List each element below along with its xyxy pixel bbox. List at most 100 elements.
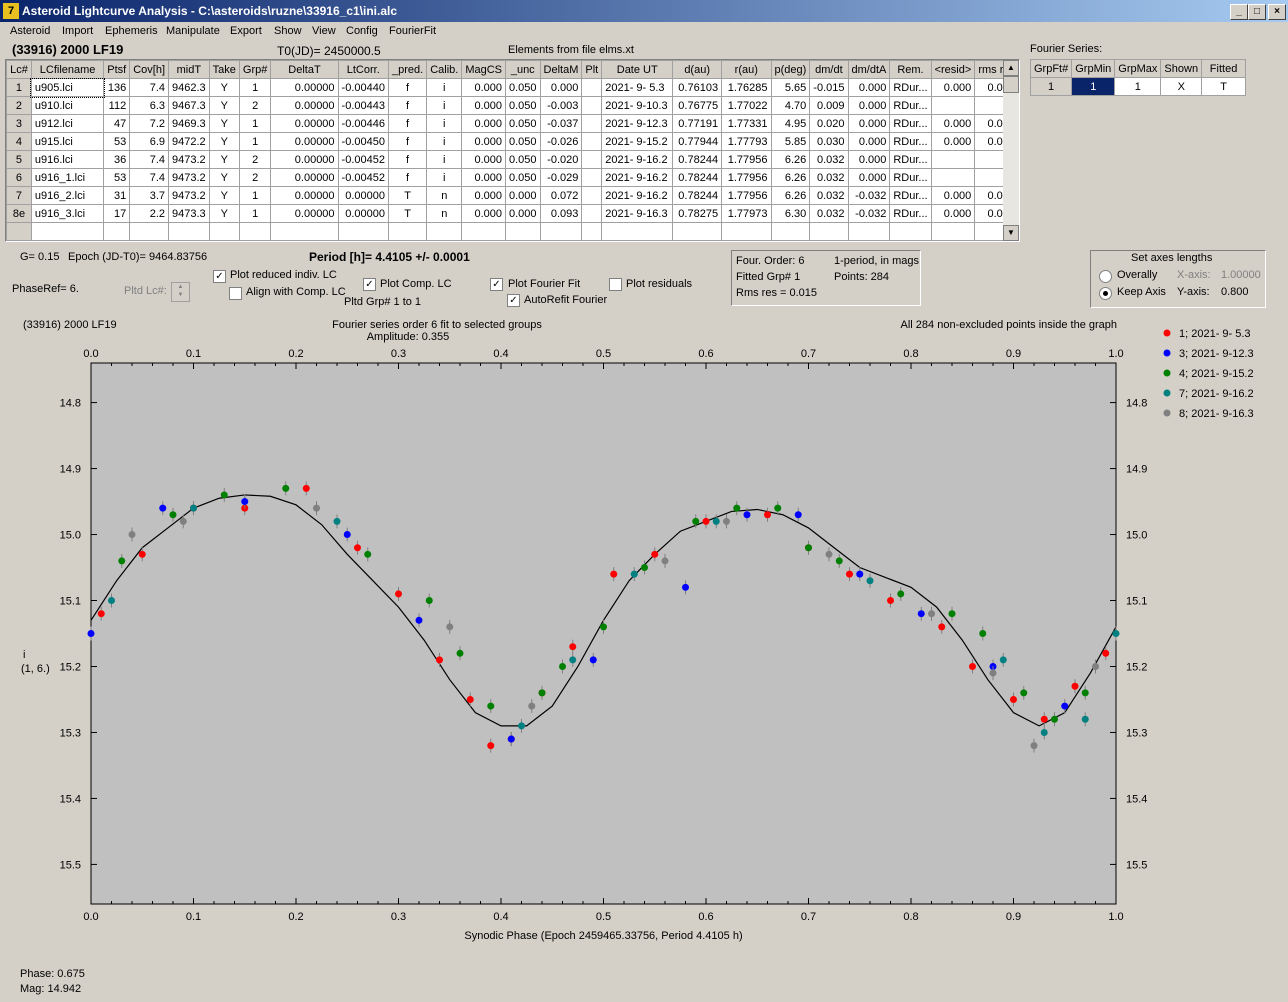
- yaxis-value[interactable]: 0.800: [1221, 286, 1249, 298]
- table-cell[interactable]: 0.000: [847, 114, 891, 133]
- table-cell[interactable]: -0.032: [847, 186, 891, 205]
- table-cell[interactable]: 2: [238, 168, 272, 187]
- table-cell[interactable]: 0.78275: [672, 204, 723, 223]
- table-cell[interactable]: 1: [238, 132, 272, 151]
- table-cell[interactable]: 36: [103, 150, 131, 169]
- table-cell[interactable]: 2: [238, 96, 272, 115]
- table-cell[interactable]: [930, 150, 976, 169]
- table-cell[interactable]: 0.78244: [672, 168, 723, 187]
- table-cell[interactable]: 3.7: [129, 186, 170, 205]
- table-cell[interactable]: 2: [6, 96, 32, 115]
- table-cell[interactable]: 53: [103, 168, 131, 187]
- table-cell[interactable]: 0.00000: [270, 96, 339, 115]
- table-cell[interactable]: Y: [208, 186, 240, 205]
- table-cell[interactable]: 4: [6, 132, 32, 151]
- table-cell[interactable]: 136: [103, 78, 131, 97]
- table-cell[interactable]: 2021- 9-16.2: [601, 186, 674, 205]
- col-header[interactable]: DeltaT: [270, 60, 339, 79]
- menu-export[interactable]: Export: [230, 25, 262, 37]
- fs-cell-shown[interactable]: X: [1160, 77, 1203, 96]
- table-cell[interactable]: 9473.2: [168, 150, 210, 169]
- table-cell[interactable]: f: [387, 78, 428, 97]
- table-cell[interactable]: n: [426, 186, 463, 205]
- col-header[interactable]: Date UT: [601, 60, 674, 79]
- col-header[interactable]: _pred.: [387, 60, 428, 79]
- table-cell[interactable]: [270, 222, 339, 241]
- table-cell[interactable]: 6.26: [770, 186, 811, 205]
- table-row[interactable]: 1 u905.lci 136 7.4 9462.3 Y 1 0.00000 -0.00440 f i…: [6, 77, 1019, 98]
- fs-cell-fitted[interactable]: T: [1201, 77, 1247, 96]
- table-cell[interactable]: 0.000: [461, 150, 506, 169]
- table-row[interactable]: 6 u916_1.lci 53 7.4 9473.2 Y 2 0.00000 -0.00452 f…: [6, 168, 1019, 187]
- table-cell[interactable]: -0.00443: [337, 96, 389, 115]
- table-cell[interactable]: -0.015: [809, 78, 849, 97]
- table-cell[interactable]: 2021- 9-16.2: [601, 150, 674, 169]
- table-cell[interactable]: 0.78244: [672, 150, 723, 169]
- table-cell[interactable]: 2: [238, 150, 272, 169]
- plot-fourier-checkbox[interactable]: ✓: [490, 278, 503, 291]
- lightcurve-chart[interactable]: (33916) 2000 LF19 Fourier series order 6 …: [19, 313, 1265, 955]
- table-cell[interactable]: 0.00000: [270, 150, 339, 169]
- col-header[interactable]: DeltaM: [539, 60, 583, 79]
- table-cell[interactable]: [930, 168, 976, 187]
- menu-fourierfit[interactable]: FourierFit: [389, 25, 436, 37]
- table-row[interactable]: 4 u915.lci 53 6.9 9472.2 Y 1 0.00000 -0.00450 f i 0…: [6, 132, 1019, 151]
- table-cell[interactable]: 0.093: [539, 204, 583, 223]
- table-cell[interactable]: 9467.3: [168, 96, 210, 115]
- plot-comp-checkbox[interactable]: ✓: [363, 278, 376, 291]
- table-cell[interactable]: [889, 222, 932, 241]
- table-cell[interactable]: 5.85: [770, 132, 811, 151]
- table-cell[interactable]: [930, 222, 976, 241]
- table-cell[interactable]: 1.77956: [721, 168, 772, 187]
- table-cell[interactable]: i: [426, 132, 463, 151]
- table-cell[interactable]: [809, 222, 849, 241]
- table-cell[interactable]: u905.lci: [30, 77, 105, 98]
- table-cell[interactable]: RDur...: [889, 204, 932, 223]
- table-cell[interactable]: 4.95: [770, 114, 811, 133]
- plot-residuals-checkbox[interactable]: [609, 278, 622, 291]
- close-button[interactable]: ×: [1268, 4, 1286, 20]
- table-cell[interactable]: 0.000: [930, 204, 976, 223]
- table-cell[interactable]: [30, 222, 105, 241]
- table-cell[interactable]: [581, 222, 603, 241]
- maximize-button[interactable]: □: [1248, 4, 1266, 20]
- menu-config[interactable]: Config: [346, 25, 378, 37]
- align-comp-checkbox[interactable]: [229, 287, 242, 300]
- table-cell[interactable]: T: [387, 186, 428, 205]
- table-cell[interactable]: 0.000: [847, 96, 891, 115]
- table-cell[interactable]: [581, 132, 603, 151]
- table-row[interactable]: 2 u910.lci 112 6.3 9467.3 Y 2 0.00000 -0.00443 f i…: [6, 96, 1019, 115]
- table-cell[interactable]: 0.00000: [337, 186, 389, 205]
- table-cell[interactable]: 0.009: [809, 96, 849, 115]
- table-cell[interactable]: 0.000: [930, 186, 976, 205]
- table-cell[interactable]: u916_2.lci: [30, 186, 105, 205]
- table-cell[interactable]: 0.000: [847, 78, 891, 97]
- menu-show[interactable]: Show: [274, 25, 302, 37]
- table-cell[interactable]: RDur...: [889, 132, 932, 151]
- table-cell[interactable]: -0.00440: [337, 78, 389, 97]
- fs-cell-grpmax[interactable]: 1: [1114, 77, 1162, 96]
- table-cell[interactable]: 6.26: [770, 168, 811, 187]
- fs-cell-grpft[interactable]: 1: [1029, 77, 1073, 96]
- col-header[interactable]: _unc: [505, 60, 541, 79]
- table-cell[interactable]: RDur...: [889, 168, 932, 187]
- xaxis-value[interactable]: 1.00000: [1221, 269, 1261, 281]
- table-cell[interactable]: 0.032: [809, 150, 849, 169]
- overally-radio[interactable]: [1099, 270, 1112, 283]
- col-header[interactable]: Lc#: [6, 60, 32, 79]
- table-cell[interactable]: RDur...: [889, 96, 932, 115]
- table-cell[interactable]: 2021- 9-10.3: [601, 96, 674, 115]
- table-cell[interactable]: -0.00446: [337, 114, 389, 133]
- table-cell[interactable]: i: [426, 150, 463, 169]
- table-cell[interactable]: 1.77022: [721, 96, 772, 115]
- table-cell[interactable]: -0.00452: [337, 150, 389, 169]
- table-cell[interactable]: 0.000: [461, 78, 506, 97]
- table-cell[interactable]: [581, 150, 603, 169]
- table-cell[interactable]: 0.000: [847, 132, 891, 151]
- table-cell[interactable]: f: [387, 150, 428, 169]
- table-cell[interactable]: 0.000: [505, 204, 541, 223]
- table-cell[interactable]: 0.76775: [672, 96, 723, 115]
- scroll-up-arrow-icon[interactable]: ▲: [1003, 60, 1019, 76]
- table-cell[interactable]: 0.050: [505, 114, 541, 133]
- table-cell[interactable]: 0.000: [930, 78, 976, 97]
